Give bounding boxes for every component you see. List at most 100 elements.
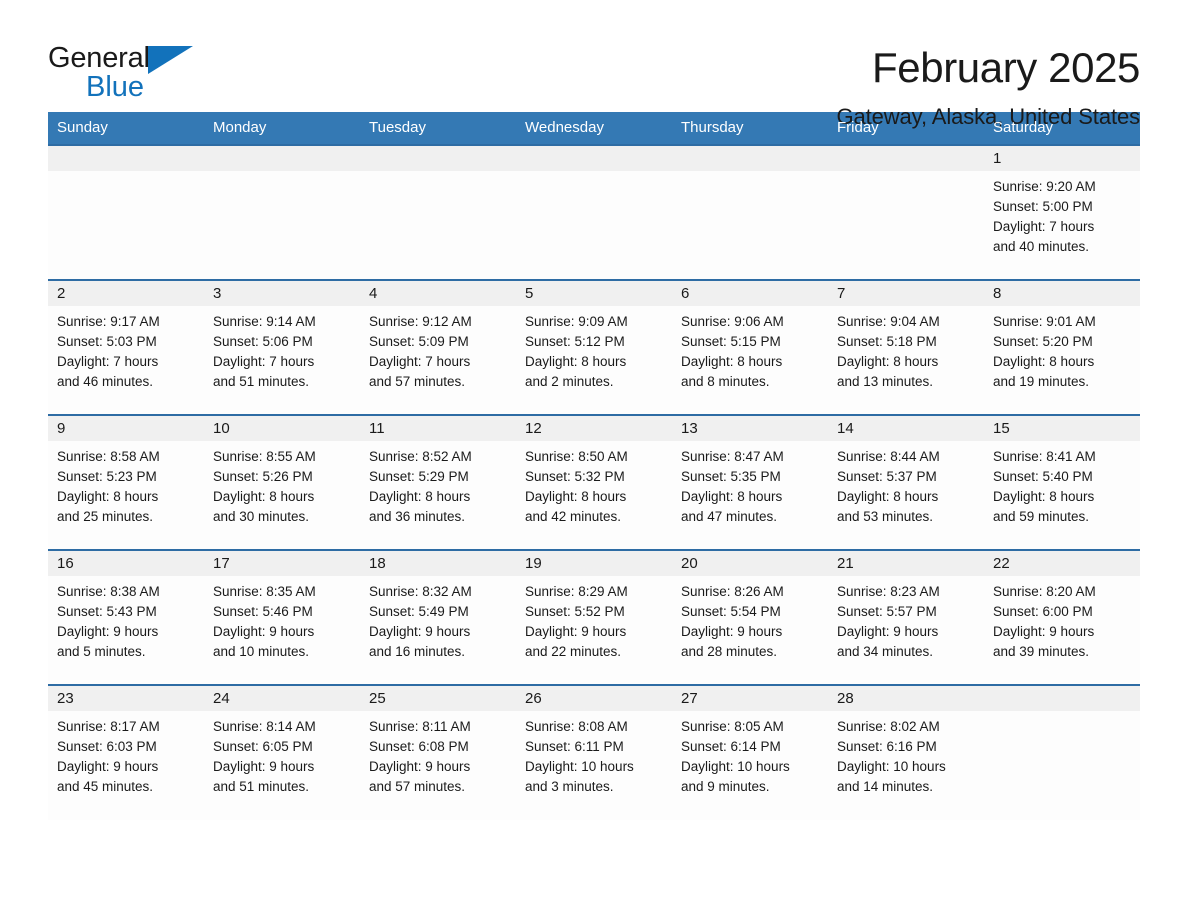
daylight-duration-line2: and 28 minutes. (681, 644, 778, 659)
calendar-day-cell[interactable]: 23 Sunrise: 8:17 AM Sunset: 6:03 PM Dayligh… (48, 684, 204, 820)
calendar-day-cell[interactable]: 20 Sunrise: 8:26 AM Sunset: 5:54 PM Dayligh… (672, 549, 828, 685)
calendar-day-cell[interactable]: 21 Sunrise: 8:23 AM Sunset: 5:57 PM Dayligh… (828, 549, 984, 685)
calendar-day-cell[interactable]: 7 Sunrise: 9:04 AM Sunset: 5:18 PM Daylight… (828, 279, 984, 415)
sunset-time: Sunset: 5:57 PM (837, 604, 937, 619)
daylight-duration-line1: Daylight: 9 hours (993, 624, 1095, 639)
day-number: 5 (516, 281, 672, 306)
day-number: 15 (984, 416, 1140, 441)
calendar-day-cell[interactable]: 28 Sunrise: 8:02 AM Sunset: 6:16 PM Dayligh… (828, 684, 984, 820)
day-number: 2 (48, 281, 204, 306)
daylight-duration-line2: and 57 minutes. (369, 779, 466, 794)
calendar-day-cell[interactable]: 6 Sunrise: 9:06 AM Sunset: 5:15 PM Daylight… (672, 279, 828, 415)
generalblue-logo[interactable]: General Blue (48, 44, 198, 106)
day-number (672, 146, 828, 171)
calendar-day-cell[interactable]: 11 Sunrise: 8:52 AM Sunset: 5:29 PM Dayligh… (360, 414, 516, 550)
sunset-time: Sunset: 5:37 PM (837, 469, 937, 484)
calendar-day-cell[interactable]: 14 Sunrise: 8:44 AM Sunset: 5:37 PM Dayligh… (828, 414, 984, 550)
calendar-day-cell[interactable]: 9 Sunrise: 8:58 AM Sunset: 5:23 PM Daylight… (48, 414, 204, 550)
day-details: Sunrise: 9:06 AM Sunset: 5:15 PM Daylight:… (672, 306, 828, 392)
day-number: 28 (828, 686, 984, 711)
day-number: 11 (360, 416, 516, 441)
sunrise-time: Sunrise: 8:44 AM (837, 449, 940, 464)
calendar-empty-cell (48, 144, 204, 280)
day-number (48, 146, 204, 171)
sunset-time: Sunset: 5:54 PM (681, 604, 781, 619)
day-number: 16 (48, 551, 204, 576)
day-details: Sunrise: 8:58 AM Sunset: 5:23 PM Daylight:… (48, 441, 204, 527)
sunrise-time: Sunrise: 8:55 AM (213, 449, 316, 464)
day-number: 10 (204, 416, 360, 441)
calendar-page: General Blue February 2025 Gateway, Alas… (0, 0, 1188, 918)
calendar-day-cell[interactable]: 5 Sunrise: 9:09 AM Sunset: 5:12 PM Daylight… (516, 279, 672, 415)
daylight-duration-line1: Daylight: 8 hours (681, 354, 783, 369)
sunset-time: Sunset: 5:09 PM (369, 334, 469, 349)
calendar-day-cell[interactable]: 27 Sunrise: 8:05 AM Sunset: 6:14 PM Dayligh… (672, 684, 828, 820)
calendar-week-row: 2 Sunrise: 9:17 AM Sunset: 5:03 PM Daylight… (48, 279, 1140, 415)
day-details: Sunrise: 8:38 AM Sunset: 5:43 PM Daylight:… (48, 576, 204, 662)
day-details: Sunrise: 8:29 AM Sunset: 5:52 PM Daylight:… (516, 576, 672, 662)
day-number: 6 (672, 281, 828, 306)
sunset-time: Sunset: 5:03 PM (57, 334, 157, 349)
sunrise-time: Sunrise: 8:11 AM (369, 719, 471, 734)
calendar-week-row: 23 Sunrise: 8:17 AM Sunset: 6:03 PM Dayligh… (48, 684, 1140, 820)
day-details: Sunrise: 8:26 AM Sunset: 5:54 PM Daylight:… (672, 576, 828, 662)
day-details: Sunrise: 9:01 AM Sunset: 5:20 PM Daylight:… (984, 306, 1140, 392)
day-number: 7 (828, 281, 984, 306)
calendar-day-cell[interactable]: 25 Sunrise: 8:11 AM Sunset: 6:08 PM Dayligh… (360, 684, 516, 820)
calendar-day-cell[interactable]: 22 Sunrise: 8:20 AM Sunset: 6:00 PM Dayligh… (984, 549, 1140, 685)
daylight-duration-line2: and 46 minutes. (57, 374, 154, 389)
calendar-day-cell[interactable]: 24 Sunrise: 8:14 AM Sunset: 6:05 PM Dayligh… (204, 684, 360, 820)
sunrise-time: Sunrise: 9:14 AM (213, 314, 316, 329)
calendar-day-cell[interactable]: 1 Sunrise: 9:20 AM Sunset: 5:00 PM Daylight… (984, 144, 1140, 280)
calendar-day-cell[interactable]: 19 Sunrise: 8:29 AM Sunset: 5:52 PM Dayligh… (516, 549, 672, 685)
calendar-day-cell[interactable]: 26 Sunrise: 8:08 AM Sunset: 6:11 PM Dayligh… (516, 684, 672, 820)
day-number: 27 (672, 686, 828, 711)
calendar-empty-cell (516, 144, 672, 280)
daylight-duration-line2: and 59 minutes. (993, 509, 1090, 524)
calendar-day-cell[interactable]: 13 Sunrise: 8:47 AM Sunset: 5:35 PM Dayligh… (672, 414, 828, 550)
daylight-duration-line2: and 57 minutes. (369, 374, 466, 389)
sunset-time: Sunset: 6:03 PM (57, 739, 157, 754)
sunset-time: Sunset: 5:43 PM (57, 604, 157, 619)
sunrise-time: Sunrise: 8:32 AM (369, 584, 472, 599)
sunrise-time: Sunrise: 9:06 AM (681, 314, 784, 329)
day-number: 3 (204, 281, 360, 306)
calendar-day-cell[interactable]: 4 Sunrise: 9:12 AM Sunset: 5:09 PM Daylight… (360, 279, 516, 415)
sunset-time: Sunset: 5:23 PM (57, 469, 157, 484)
daylight-duration-line1: Daylight: 10 hours (525, 759, 634, 774)
calendar-day-cell[interactable]: 12 Sunrise: 8:50 AM Sunset: 5:32 PM Dayligh… (516, 414, 672, 550)
day-number (360, 146, 516, 171)
calendar-day-cell[interactable]: 8 Sunrise: 9:01 AM Sunset: 5:20 PM Daylight… (984, 279, 1140, 415)
sunset-time: Sunset: 5:40 PM (993, 469, 1093, 484)
daylight-duration-line1: Daylight: 9 hours (213, 759, 315, 774)
daylight-duration-line2: and 19 minutes. (993, 374, 1090, 389)
calendar-day-cell[interactable]: 2 Sunrise: 9:17 AM Sunset: 5:03 PM Daylight… (48, 279, 204, 415)
day-number: 19 (516, 551, 672, 576)
calendar-day-cell[interactable]: 10 Sunrise: 8:55 AM Sunset: 5:26 PM Dayligh… (204, 414, 360, 550)
day-details: Sunrise: 8:41 AM Sunset: 5:40 PM Daylight:… (984, 441, 1140, 527)
daylight-duration-line2: and 10 minutes. (213, 644, 310, 659)
sunset-time: Sunset: 5:32 PM (525, 469, 625, 484)
calendar-day-cell[interactable]: 17 Sunrise: 8:35 AM Sunset: 5:46 PM Dayligh… (204, 549, 360, 685)
daylight-duration-line2: and 39 minutes. (993, 644, 1090, 659)
calendar-day-cell[interactable]: 3 Sunrise: 9:14 AM Sunset: 5:06 PM Daylight… (204, 279, 360, 415)
sunset-time: Sunset: 5:18 PM (837, 334, 937, 349)
sunset-time: Sunset: 6:14 PM (681, 739, 781, 754)
calendar-day-cell[interactable]: 15 Sunrise: 8:41 AM Sunset: 5:40 PM Dayligh… (984, 414, 1140, 550)
sunset-time: Sunset: 5:00 PM (993, 199, 1093, 214)
daylight-duration-line1: Daylight: 9 hours (369, 624, 471, 639)
day-details: Sunrise: 9:09 AM Sunset: 5:12 PM Daylight:… (516, 306, 672, 392)
day-details: Sunrise: 9:14 AM Sunset: 5:06 PM Daylight:… (204, 306, 360, 392)
day-details: Sunrise: 8:52 AM Sunset: 5:29 PM Daylight:… (360, 441, 516, 527)
daylight-duration-line2: and 40 minutes. (993, 239, 1090, 254)
day-number: 22 (984, 551, 1140, 576)
day-details: Sunrise: 8:02 AM Sunset: 6:16 PM Daylight:… (828, 711, 984, 797)
calendar-day-cell[interactable]: 16 Sunrise: 8:38 AM Sunset: 5:43 PM Dayligh… (48, 549, 204, 685)
daylight-duration-line2: and 42 minutes. (525, 509, 622, 524)
sunrise-time: Sunrise: 9:04 AM (837, 314, 940, 329)
day-number: 12 (516, 416, 672, 441)
day-details: Sunrise: 9:12 AM Sunset: 5:09 PM Daylight:… (360, 306, 516, 392)
calendar-day-cell[interactable]: 18 Sunrise: 8:32 AM Sunset: 5:49 PM Dayligh… (360, 549, 516, 685)
daylight-duration-line1: Daylight: 8 hours (681, 489, 783, 504)
daylight-duration-line2: and 14 minutes. (837, 779, 934, 794)
